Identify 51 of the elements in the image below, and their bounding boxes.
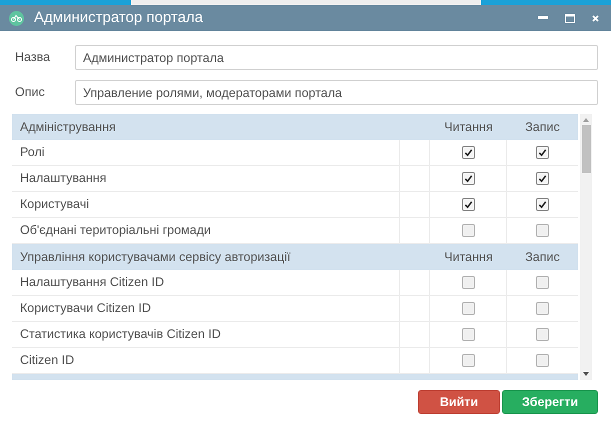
checkmark-icon <box>538 174 547 183</box>
checkbox[interactable] <box>536 172 549 185</box>
permission-name: Статистика користувачів Citizen ID <box>20 326 221 344</box>
checkmark-icon <box>464 200 472 209</box>
search-field[interactable] <box>130 0 480 5</box>
maximize-icon[interactable] <box>565 14 575 22</box>
permission-name: Користувачі <box>20 196 90 214</box>
checkmark-icon <box>464 174 472 183</box>
checkbox[interactable] <box>536 198 549 211</box>
input-field[interactable]: Администратор портала <box>75 45 598 70</box>
input-field[interactable]: Управление ролями, модераторами портала <box>75 80 598 105</box>
permission-name: Citizen ID <box>20 352 74 370</box>
permission-name: Налаштування <box>20 170 106 188</box>
checkbox[interactable] <box>462 302 474 315</box>
field-label: Назва <box>15 49 52 66</box>
section-title: Адміністрування <box>19 118 117 136</box>
checkbox[interactable] <box>536 146 549 159</box>
app-logo-icon <box>9 10 24 26</box>
field-label: Опис <box>15 84 46 102</box>
checkbox[interactable] <box>462 276 474 289</box>
column-header: Запис <box>525 118 560 136</box>
checkbox[interactable] <box>536 354 549 367</box>
checkbox[interactable] <box>462 328 474 341</box>
checkbox[interactable] <box>536 328 549 341</box>
close-icon[interactable] <box>592 14 599 22</box>
column-header: Читання <box>444 248 493 266</box>
permission-name: Об'єднані територіальні громади <box>20 222 211 240</box>
permission-name: Користувачи Citizen ID <box>20 300 151 318</box>
scroll-down-icon[interactable] <box>583 372 589 376</box>
exit-button[interactable]: Вийти <box>418 390 500 414</box>
permission-name: Ролі <box>20 144 45 162</box>
checkbox[interactable] <box>462 354 474 367</box>
column-header: Запис <box>525 248 560 266</box>
checkmark-icon <box>464 148 472 157</box>
checkmark-icon <box>538 148 547 157</box>
checkbox[interactable] <box>462 172 474 185</box>
scrollbar[interactable] <box>580 114 592 380</box>
checkbox[interactable] <box>462 198 474 211</box>
permission-name: Налаштування Citizen ID <box>20 274 164 292</box>
minimize-icon[interactable] <box>538 16 548 20</box>
section-title: Управління користувачами сервісу авторизації <box>19 248 292 266</box>
checkbox[interactable] <box>536 224 549 237</box>
checkbox[interactable] <box>536 302 549 315</box>
checkbox[interactable] <box>462 146 474 159</box>
checkbox[interactable] <box>462 224 474 237</box>
scrollbar-thumb[interactable] <box>582 125 590 173</box>
window-title: Администратор портала <box>34 8 204 28</box>
column-header: Читання <box>444 118 493 136</box>
scroll-up-icon[interactable] <box>583 118 589 122</box>
checkmark-icon <box>538 200 547 209</box>
checkbox[interactable] <box>536 276 549 289</box>
